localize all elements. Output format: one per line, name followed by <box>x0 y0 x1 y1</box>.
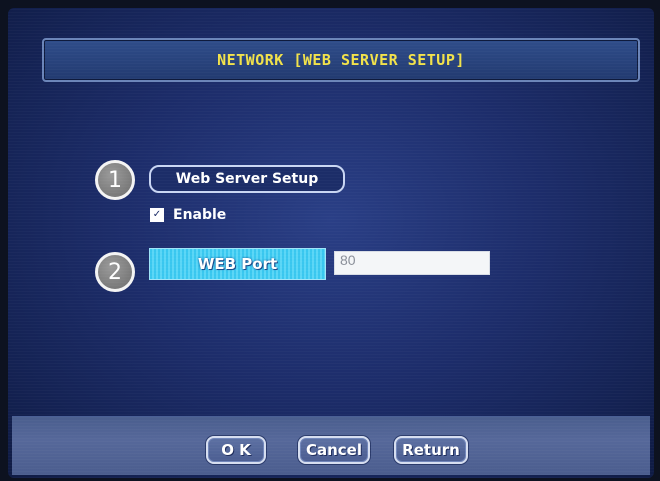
dialog-title: NETWORK [WEB SERVER SETUP] <box>217 51 465 69</box>
step-marker-2-number: 2 <box>108 259 122 285</box>
cancel-button[interactable]: Cancel <box>298 436 370 464</box>
step-marker-2: 2 <box>95 252 135 292</box>
web-port-label-text: WEB Port <box>197 255 278 273</box>
enable-checkbox-row[interactable]: ✓ Enable <box>150 207 226 223</box>
return-button[interactable]: Return <box>394 436 468 464</box>
ok-button-label: O K <box>221 441 251 459</box>
step-marker-1-number: 1 <box>108 167 122 193</box>
web-port-value: 80 <box>340 252 356 268</box>
web-port-label: WEB Port <box>149 248 326 280</box>
return-button-label: Return <box>402 441 460 459</box>
title-bar: NETWORK [WEB SERVER SETUP] <box>42 38 640 82</box>
photo-frame: NETWORK [WEB SERVER SETUP] 1 Web Server … <box>0 0 660 481</box>
dvr-screen: NETWORK [WEB SERVER SETUP] 1 Web Server … <box>8 8 654 478</box>
web-port-input[interactable]: 80 <box>334 251 490 275</box>
ok-button[interactable]: O K <box>206 436 266 464</box>
web-server-setup-button[interactable]: Web Server Setup <box>149 165 345 193</box>
cancel-button-label: Cancel <box>305 441 362 459</box>
enable-label: Enable <box>173 207 227 223</box>
web-server-setup-label: Web Server Setup <box>175 171 319 187</box>
step-marker-1: 1 <box>95 160 135 200</box>
enable-checkbox[interactable]: ✓ <box>150 208 164 222</box>
